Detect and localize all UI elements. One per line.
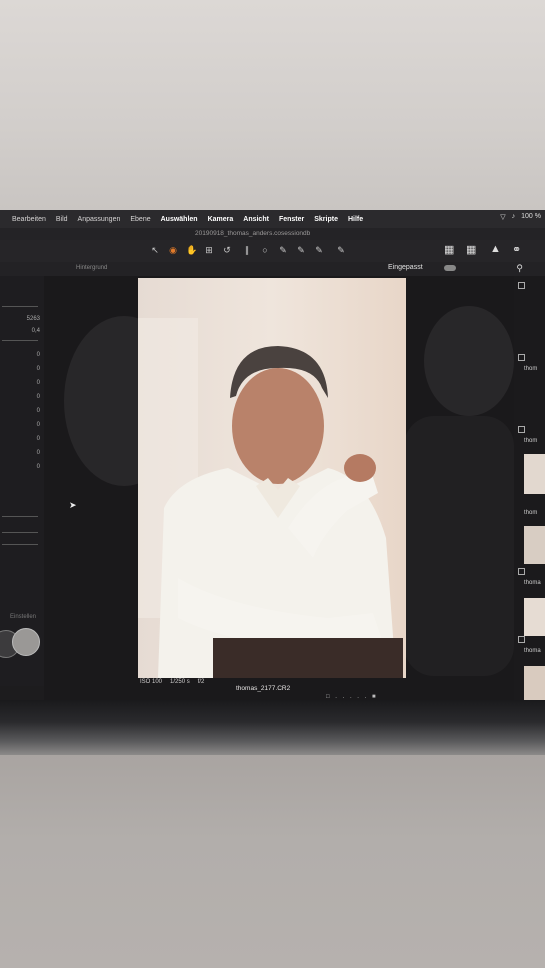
battery-percent: 100 % [521,213,541,220]
document-title-bar: 20190918_thomas_anders.cosessiondb [0,228,545,240]
menu-item-hilfe[interactable]: Hilfe [348,216,363,223]
crop-tool-icon[interactable]: ⊞ [204,245,214,255]
slider[interactable] [2,306,38,307]
glass-reflection [404,416,514,676]
thumbnail-checkbox[interactable] [518,354,525,361]
panel-value: 0 [36,450,40,456]
left-tool-panel: 5263 0,4 0 0 0 0 0 0 0 0 0 Einstellen [0,276,44,686]
panel-value: 0 [36,464,40,470]
thumbnail-checkbox[interactable] [518,426,525,433]
pan-tool-icon[interactable]: ✋ [186,245,197,255]
slider[interactable] [2,516,38,517]
color-swatch[interactable] [12,628,40,656]
thumbnail[interactable] [524,454,545,494]
menubar-status: ▽ ♪ 100 % [500,213,541,221]
zoom-fit-label[interactable]: Eingepasst [388,264,423,271]
thumbnail-label: thoma [524,580,541,586]
mouse-cursor-icon: ➤ [69,500,77,510]
picker-tool-icon[interactable]: ✎ [314,245,324,255]
portrait-image [138,278,406,678]
thumbnail-label: thom [524,438,538,444]
blurred-background-top [0,0,545,210]
thumbnail-strip: thom thom thom thoma thoma thoma [514,276,545,726]
menu-item-skripte[interactable]: Skripte [314,216,338,223]
menu-item-ebene[interactable]: Ebene [130,216,150,223]
photo-preview[interactable] [138,278,406,678]
menu-item-fenster[interactable]: Fenster [279,216,304,223]
search-icon[interactable]: ⚲ [516,263,523,274]
photo-filename: thomas_2177.CR2 [236,685,291,692]
menu-item-bearbeiten[interactable]: Bearbeiten [12,216,46,223]
rotate-tool-icon[interactable]: ↺ [222,245,232,255]
warning-icon[interactable]: ▲ [490,243,501,255]
layer-label[interactable]: Hintergrund [76,265,107,271]
camera-tool-icon[interactable]: ◉ [168,245,178,255]
annotate-tool-icon[interactable]: ✎ [336,245,346,255]
zoom-slider[interactable] [444,265,456,271]
menu-item-anpassungen[interactable]: Anpassungen [78,216,121,223]
glasses-icon[interactable]: ⚭ [512,243,521,256]
thumbnail-checkbox[interactable] [518,282,525,289]
thumbnail[interactable] [524,598,545,636]
laptop-bezel [0,700,545,755]
panel-value: 0,4 [31,328,40,334]
thumbnail-label: thom [524,366,538,372]
menu-bar: Bearbeiten Bild Anpassungen Ebene Auswäh… [0,210,545,228]
menu-item-ansicht[interactable]: Ansicht [243,216,269,223]
shutter-value: 1/250 s [170,679,190,685]
panel-value: 0 [36,408,40,414]
grid-view-icon[interactable]: ▦ [466,243,476,256]
menu-item-kamera[interactable]: Kamera [208,216,234,223]
panel-value: 0 [36,394,40,400]
panel-label: Einstellen [10,614,37,620]
panel-value: 0 [36,380,40,386]
menu-item-bild[interactable]: Bild [56,216,68,223]
thumbnail-label: thom [524,510,538,516]
panel-value: 0 [36,352,40,358]
circle-tool-icon[interactable]: ○ [260,245,270,255]
toolbar: ↖ ◉ ✋ ⊞ ↺ ∥ ○ ✎ ✎ ✎ ✎ ▦ ▦ ▲ ⚭ [0,240,545,263]
brush-tool-icon[interactable]: ✎ [278,245,288,255]
slider[interactable] [2,340,38,341]
thumbnail-checkbox[interactable] [518,568,525,575]
blurred-background-bottom [0,755,545,968]
glass-reflection [424,306,514,416]
aperture-value: f/2 [197,679,205,685]
slider[interactable] [2,544,38,545]
menu-item-auswaehlen[interactable]: Auswählen [161,216,198,223]
panel-value: 0 [36,436,40,442]
eraser-tool-icon[interactable]: ✎ [296,245,306,255]
thumbnail[interactable] [524,526,545,564]
panel-value: 5263 [26,316,40,322]
iso-value: ISO 100 [140,679,163,685]
view-bar: Hintergrund Eingepasst ⚲ [0,262,545,276]
pointer-tool-icon[interactable]: ↖ [150,245,160,255]
volume-icon[interactable]: ♪ [512,213,516,221]
panel-value: 0 [36,422,40,428]
thumbnail-label: thoma [524,648,541,654]
document-title: 20190918_thomas_anders.cosessiondb [195,230,311,237]
slider[interactable] [2,532,38,533]
keystone-tool-icon[interactable]: ∥ [242,245,252,255]
edit-view-icon[interactable]: ▦ [444,243,454,256]
thumbnail-checkbox[interactable] [518,636,525,643]
photo-info: ISO 100 1/250 s f/2 [140,679,204,685]
panel-value: 0 [36,366,40,372]
wifi-icon[interactable]: ▽ [500,213,505,221]
